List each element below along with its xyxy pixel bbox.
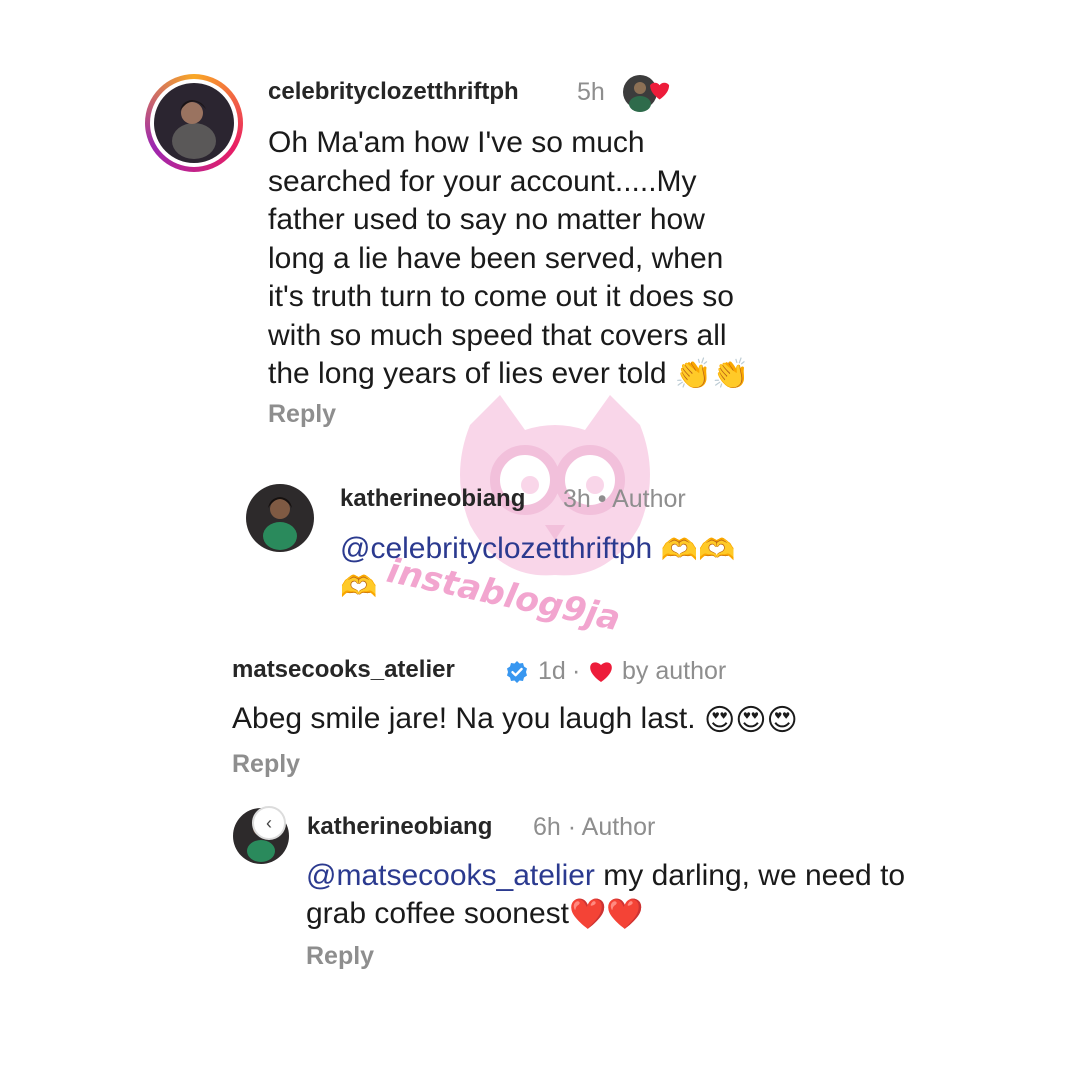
heart-hands-emoji: 🫶🫶 [660, 533, 736, 567]
reply-time: 6h · Author [533, 813, 656, 841]
reply-time: 3h • Author [563, 485, 686, 513]
verified-badge-icon [507, 661, 527, 683]
mention-link[interactable]: @matsecooks_atelier [306, 859, 595, 892]
author-badge: · Author [567, 813, 656, 841]
mention-link[interactable]: @celebrityclozetthriftph 🫶🫶 [340, 532, 735, 568]
red-heart-emoji: ❤️❤️ [568, 898, 644, 932]
comment-username[interactable]: matsecooks_atelier [232, 656, 455, 684]
reply-button[interactable]: Reply [306, 942, 374, 971]
comment-text: Oh Ma'am how I've so much searched for y… [268, 124, 750, 394]
avatar [154, 83, 234, 163]
comment-text: @matsecooks_atelier my darling, we need … [306, 857, 905, 934]
reply-button[interactable]: Reply [268, 400, 336, 429]
reply-button[interactable]: Reply [232, 750, 300, 779]
author-badge: • Author [597, 485, 686, 513]
comment-time: 1d [538, 657, 566, 685]
clapping-hands-emoji: 👏👏 [674, 357, 750, 391]
reply-bubble-icon[interactable]: ‹ [252, 806, 286, 840]
liked-by-author-label: by author [622, 657, 727, 685]
heart-eyes-emoji: 😍😍😍 [703, 703, 798, 737]
liked-by-author-icon [623, 75, 670, 112]
reply-username[interactable]: katherineobiang [307, 813, 492, 841]
avatar-ring[interactable] [145, 74, 243, 172]
heart-hands-emoji: 🫶 [340, 571, 378, 604]
reply-username[interactable]: katherineobiang [340, 485, 525, 513]
comment-username[interactable]: celebrityclozetthriftph [268, 78, 519, 106]
separator: · [572, 657, 581, 685]
comment-time: 5h [577, 78, 605, 106]
avatar[interactable] [246, 484, 314, 552]
heart-icon [590, 662, 612, 682]
comment-text: Abeg smile jare! Na you laugh last. 😍😍😍 [232, 702, 798, 737]
